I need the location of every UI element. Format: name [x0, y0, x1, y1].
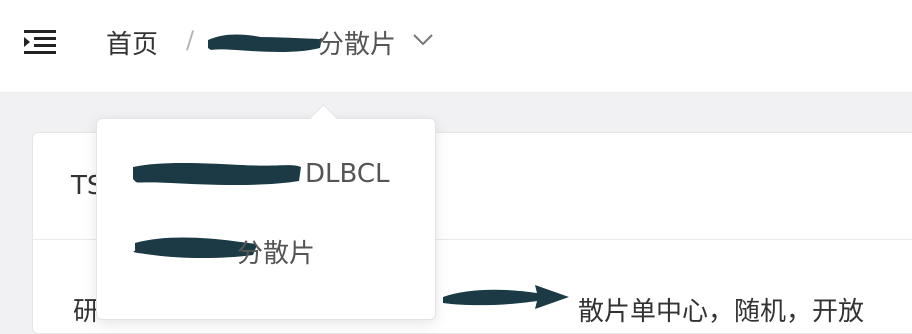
redaction-scribble: [443, 285, 569, 309]
dropdown-item-dispersible-tablet[interactable]: 分散片: [97, 225, 435, 275]
card-body-text-right: 散片单中心，随机，开放: [578, 297, 865, 327]
chevron-down-icon: [413, 34, 433, 46]
redaction-scribble: [133, 163, 301, 185]
breadcrumb-separator: /: [186, 26, 195, 54]
dropdown-item-dlbcl-label: DLBCL: [305, 159, 390, 189]
dropdown-item-dlbcl[interactable]: DLBCL: [97, 151, 435, 201]
breadcrumb-current-dropdown-trigger[interactable]: 分散片: [206, 24, 446, 60]
breadcrumb-dropdown-menu: DLBCL 分散片: [96, 118, 436, 320]
breadcrumb-current-label: 分散片: [318, 30, 397, 60]
dropdown-item-dispersible-tablet-label: 分散片: [237, 239, 316, 269]
menu-fold-icon[interactable]: [20, 24, 60, 60]
top-bar: 首页 / 分散片: [0, 0, 912, 93]
breadcrumb-home-link[interactable]: 首页: [106, 24, 158, 61]
redaction-scribble: [208, 34, 322, 52]
